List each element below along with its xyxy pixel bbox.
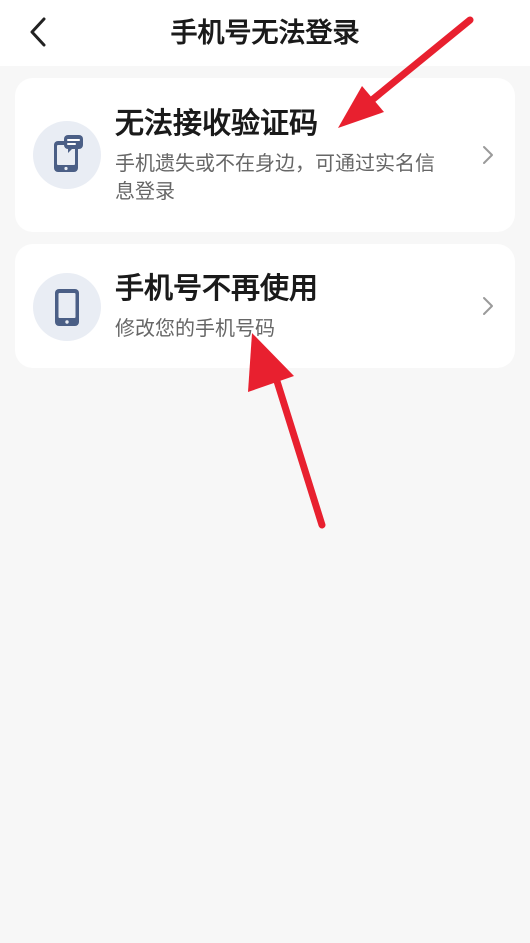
page-title: 手机号无法登录 xyxy=(170,18,360,49)
phone-message-icon xyxy=(54,135,83,172)
header-bar: 手机号无法登录 xyxy=(0,0,530,66)
icon-badge xyxy=(33,273,101,341)
option-description: 修改您的手机号码 xyxy=(115,316,275,340)
chevron-right-icon xyxy=(483,297,493,315)
option-cannot-receive-code[interactable]: 无法接收验证码 手机遗失或不在身边，可通过实名信息登录 xyxy=(15,78,515,232)
chevron-right-icon xyxy=(483,146,493,164)
mobile-phone-icon xyxy=(55,289,79,326)
icon-badge xyxy=(33,121,101,189)
option-title: 手机号不再使用 xyxy=(115,271,319,305)
option-title: 无法接收验证码 xyxy=(115,106,319,140)
option-description: 手机遗失或不在身边，可通过实名信息登录 xyxy=(115,151,435,203)
option-phone-no-longer-used[interactable]: 手机号不再使用 修改您的手机号码 xyxy=(15,244,515,368)
